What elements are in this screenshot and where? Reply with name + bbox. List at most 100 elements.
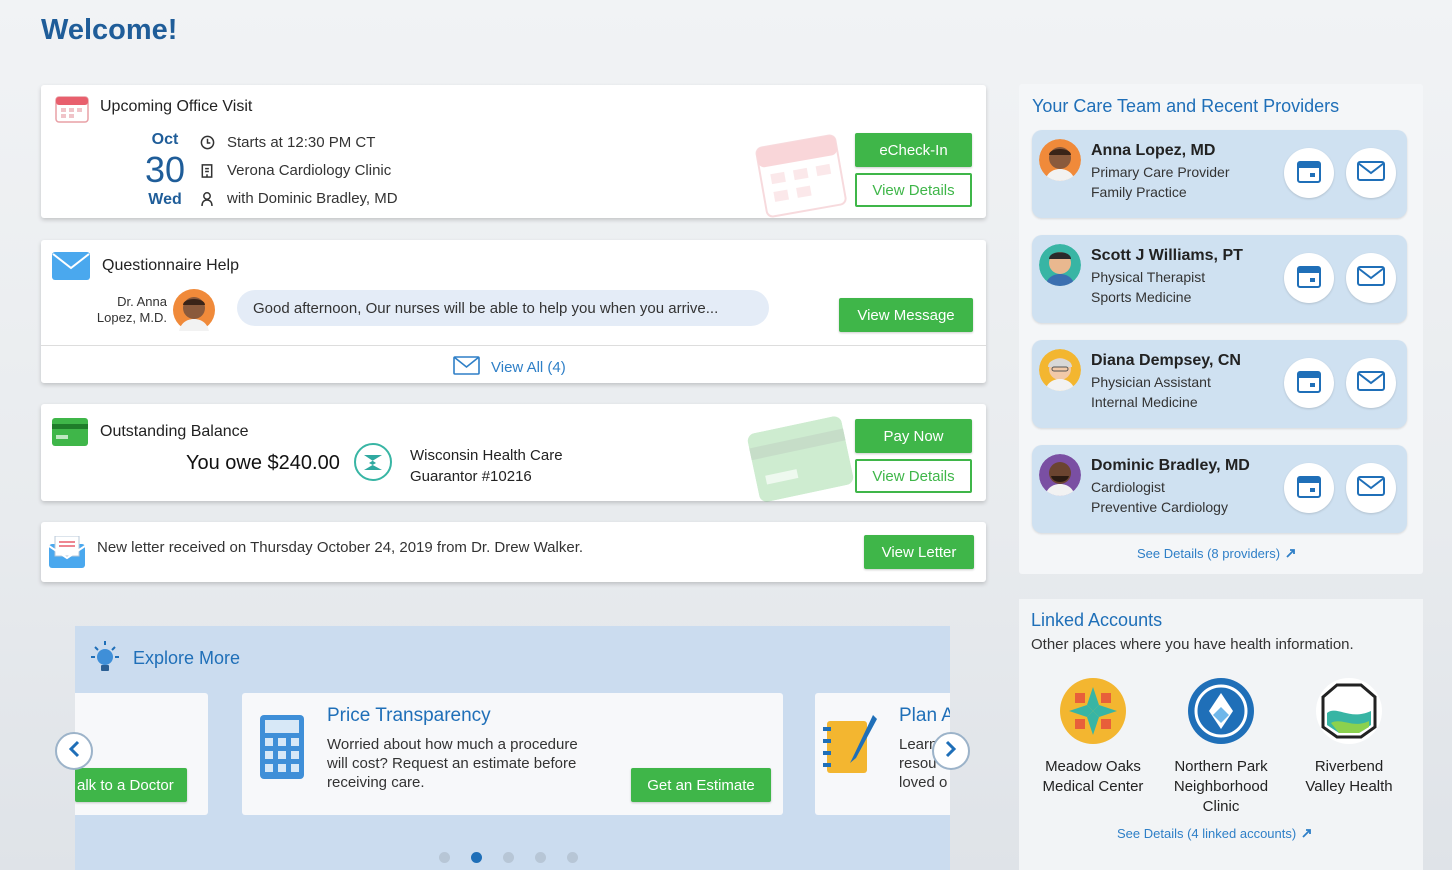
schedule-button[interactable] [1284, 148, 1334, 198]
explore-card-price-transparency: Price Transparency Worried about how muc… [242, 693, 783, 815]
provider-card[interactable]: Scott J Williams, PT Physical Therapist … [1032, 235, 1407, 323]
carousel-next-button[interactable] [932, 732, 970, 770]
linked-account-name: Northern Park Neighborhood Clinic [1173, 758, 1269, 815]
carousel-dot[interactable] [439, 852, 450, 863]
mail-icon [1357, 475, 1385, 501]
mail-icon [1357, 370, 1385, 396]
talk-doctor-button[interactable]: alk to a Doctor [75, 768, 187, 802]
upcoming-visit-card: Upcoming Office Visit Oct 30 Wed Starts … [41, 85, 986, 218]
balance-amount: You owe $240.00 [186, 452, 340, 474]
external-link-icon [1302, 826, 1312, 841]
view-letter-button[interactable]: View Letter [864, 535, 974, 569]
carousel-dot[interactable] [535, 852, 546, 863]
schedule-button[interactable] [1284, 253, 1334, 303]
view-message-button[interactable]: View Message [839, 298, 973, 332]
provider-role: Physician Assistant [1091, 374, 1211, 390]
chevron-right-icon [945, 740, 957, 763]
questionnaire-doctor-name: Dr. Anna Lopez, M.D. [96, 294, 167, 325]
visit-view-details-button[interactable]: View Details [855, 173, 972, 207]
questionnaire-card: Questionnaire Help Dr. Anna Lopez, M.D. … [41, 240, 986, 383]
provider-role: Primary Care Provider [1091, 164, 1230, 180]
letter-envelope-icon [48, 535, 86, 573]
visit-month: Oct [151, 131, 179, 148]
letter-text: New letter received on Thursday October … [97, 539, 584, 556]
provider-card[interactable]: Diana Dempsey, CN Physician Assistant In… [1032, 340, 1407, 428]
linked-account-name: Meadow Oaks Medical Center [1042, 758, 1144, 795]
provider-name: Anna Lopez, MD [1091, 142, 1216, 159]
letter-card: New letter received on Thursday October … [41, 522, 986, 582]
provider-avatar [1039, 244, 1081, 286]
envelope-icon [52, 252, 90, 285]
provider-card[interactable]: Dominic Bradley, MD Cardiologist Prevent… [1032, 445, 1407, 533]
carousel-dot[interactable] [567, 852, 578, 863]
provider-card[interactable]: Anna Lopez, MD Primary Care Provider Fam… [1032, 130, 1407, 218]
explore-more-section: Explore More alk to a Doctor Price Trans… [75, 626, 950, 870]
get-estimate-button[interactable]: Get an Estimate [631, 768, 771, 802]
carousel-dot[interactable] [503, 852, 514, 863]
riverbend-logo-icon [1315, 677, 1383, 745]
carousel-dot-active[interactable] [471, 852, 482, 863]
message-button[interactable] [1346, 358, 1396, 408]
provider-department: Family Practice [1091, 184, 1187, 200]
view-all-messages-link[interactable]: View All (4) [453, 356, 566, 379]
provider-avatar [1039, 349, 1081, 391]
see-providers-link[interactable]: See Details (8 providers) [1137, 546, 1296, 561]
explore-title: Explore More [133, 648, 241, 668]
visit-location-row: Verona Cardiology Clinic [199, 162, 391, 179]
questionnaire-title: Questionnaire Help [102, 257, 239, 274]
pay-now-button[interactable]: Pay Now [855, 419, 972, 453]
linked-account-item[interactable]: Northern Park Neighborhood Clinic [1156, 677, 1286, 817]
building-icon [199, 163, 215, 179]
message-button[interactable] [1346, 463, 1396, 513]
visit-provider: with Dominic Bradley, MD [227, 190, 398, 207]
calendar-icon [1296, 158, 1322, 189]
balance-card: Outstanding Balance You owe $240.00 Wisc… [41, 404, 986, 502]
linked-accounts-panel: Linked Accounts Other places where you h… [1019, 599, 1423, 870]
schedule-button[interactable] [1284, 463, 1334, 513]
care-team-title: Your Care Team and Recent Providers [1032, 96, 1340, 116]
plan-title: Plan A [899, 705, 950, 726]
calendar-watermark-icon [752, 126, 849, 224]
notebook-icon [823, 713, 879, 782]
schedule-button[interactable] [1284, 358, 1334, 408]
calendar-icon [55, 93, 89, 128]
provider-department: Preventive Cardiology [1091, 499, 1228, 515]
explore-card-plan: Plan A Learn resou loved o [815, 693, 950, 815]
visit-location: Verona Cardiology Clinic [227, 162, 392, 179]
questionnaire-divider [41, 345, 986, 346]
calendar-icon [1296, 263, 1322, 294]
provider-department: Internal Medicine [1091, 394, 1198, 410]
insurer-name: Wisconsin Health Care [410, 447, 563, 464]
calendar-icon [1296, 473, 1322, 504]
mail-outline-icon [453, 356, 480, 379]
see-linked-accounts-link[interactable]: See Details (4 linked accounts) [1117, 826, 1312, 841]
northern-park-logo-icon [1187, 677, 1255, 745]
external-link-icon [1286, 546, 1296, 561]
message-button[interactable] [1346, 253, 1396, 303]
meadow-oaks-logo-icon [1059, 677, 1127, 745]
price-transparency-title: Price Transparency [327, 705, 491, 726]
echeckin-button[interactable]: eCheck-In [855, 133, 972, 167]
mail-icon [1357, 265, 1385, 291]
message-button[interactable] [1346, 148, 1396, 198]
insurer-logo-icon [354, 443, 392, 486]
linked-accounts-title: Linked Accounts [1031, 610, 1163, 630]
linked-account-item[interactable]: Riverbend Valley Health [1284, 677, 1414, 797]
card-watermark-icon [746, 415, 855, 508]
linked-accounts-subtitle: Other places where you have health infor… [1031, 636, 1354, 653]
explore-card-talk-doctor: alk to a Doctor [75, 693, 208, 815]
balance-view-details-button[interactable]: View Details [855, 459, 972, 493]
provider-avatar [1039, 139, 1081, 181]
view-all-label: View All (4) [491, 359, 566, 376]
visit-weekday: Wed [148, 191, 182, 208]
carousel-prev-button[interactable] [55, 732, 93, 770]
linked-account-item[interactable]: Meadow Oaks Medical Center [1028, 677, 1158, 797]
calculator-icon [260, 715, 304, 784]
clock-icon [199, 135, 215, 151]
provider-role: Cardiologist [1091, 479, 1165, 495]
visit-time-row: Starts at 12:30 PM CT [199, 134, 375, 151]
lightbulb-icon [87, 639, 123, 680]
visit-provider-row: with Dominic Bradley, MD [199, 190, 398, 207]
questionnaire-message: Good afternoon, Our nurses will be able … [237, 290, 769, 326]
credit-card-icon [52, 418, 88, 451]
